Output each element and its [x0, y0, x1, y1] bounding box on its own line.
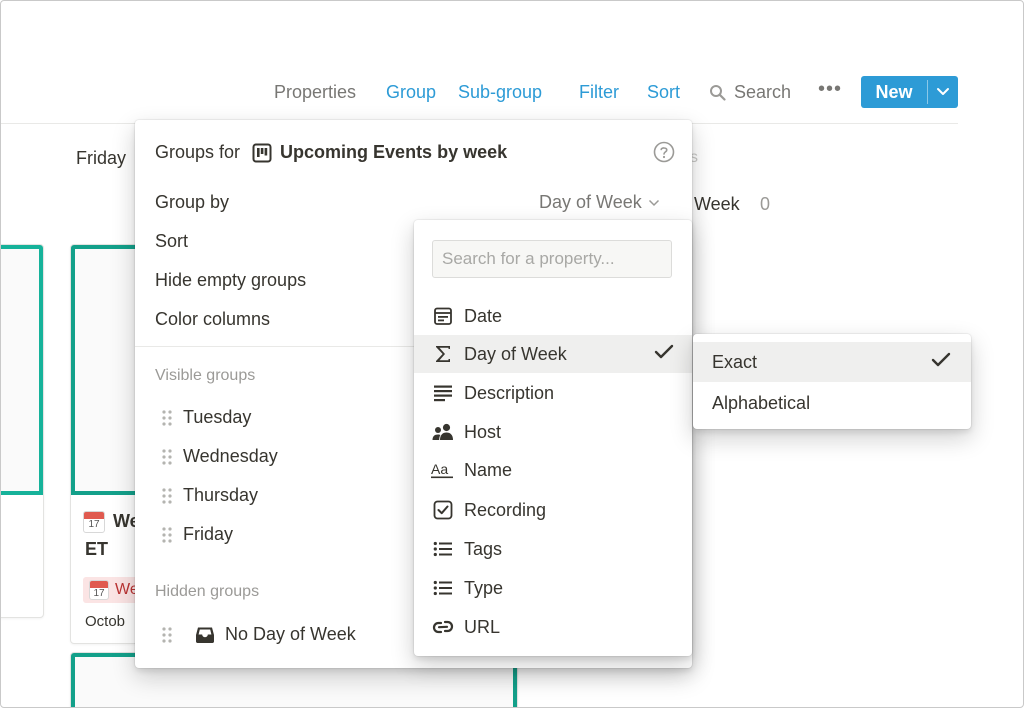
inbox-icon	[195, 626, 215, 644]
property-label: Name	[464, 459, 513, 480]
sigma-icon	[431, 342, 455, 366]
sort-button[interactable]: Sort	[647, 82, 680, 103]
svg-text:Aa: Aa	[431, 461, 448, 477]
property-item-type[interactable]: Type	[414, 569, 692, 607]
title-icon: Aa	[431, 458, 455, 482]
view-toolbar: Properties Group Sub-group Filter Sort S…	[0, 76, 1024, 110]
submenu-label: Alphabetical	[712, 392, 811, 413]
group-label: Wednesday	[183, 446, 278, 466]
drag-handle-icon[interactable]	[161, 487, 173, 505]
visible-groups-heading: Visible groups	[155, 367, 256, 384]
property-item-url[interactable]: URL	[414, 608, 692, 646]
group-label: Thursday	[183, 485, 259, 505]
visible-group-item[interactable]: Friday	[161, 524, 233, 545]
card-cover	[0, 245, 43, 495]
group-by-mode-submenu: Exact Alphabetical	[693, 334, 971, 429]
property-item-name[interactable]: Aa Name	[414, 451, 692, 489]
list-icon	[431, 537, 455, 561]
search-button[interactable]: Search	[709, 82, 791, 103]
group-button[interactable]: Group	[386, 82, 436, 103]
property-item-day-of-week[interactable]: Day of Week	[414, 335, 692, 373]
property-item-description[interactable]: Description	[414, 374, 692, 412]
person-icon	[431, 420, 455, 444]
calendar-icon: 17	[89, 580, 109, 600]
group-by-label: Group by	[155, 192, 230, 212]
database-name: Upcoming Events by week	[280, 142, 508, 162]
sort-option[interactable]: Sort	[155, 231, 188, 252]
drag-handle-icon[interactable]	[161, 626, 173, 644]
calendar-icon: 17	[83, 511, 105, 533]
visible-group-item[interactable]: Thursday	[161, 485, 258, 506]
property-label: Description	[464, 382, 555, 403]
property-item-host[interactable]: Host	[414, 413, 692, 451]
column-count: 0	[760, 194, 771, 214]
chevron-down-icon[interactable]	[928, 76, 958, 108]
groups-popover-header: Groups for Upcoming Events by week	[155, 142, 507, 163]
new-button[interactable]: New	[861, 76, 958, 108]
text-icon	[431, 381, 455, 405]
submenu-label: Exact	[712, 351, 758, 372]
property-label: Type	[464, 577, 504, 598]
properties-button[interactable]: Properties	[274, 82, 356, 103]
property-label: Date	[464, 305, 503, 326]
card-date: Octob	[85, 613, 126, 630]
calendar-icon	[431, 304, 455, 328]
drag-handle-icon[interactable]	[161, 448, 173, 466]
board-view-icon	[252, 143, 272, 163]
hidden-groups-heading: Hidden groups	[155, 583, 260, 600]
property-label: Tags	[464, 538, 503, 559]
property-item-recording[interactable]: Recording	[414, 491, 692, 529]
card-title-continued: ET	[85, 539, 109, 559]
visible-group-item[interactable]: Tuesday	[161, 407, 251, 428]
property-search-input[interactable]	[432, 240, 672, 278]
property-label: URL	[464, 616, 501, 637]
column-title-no-week: Week	[694, 194, 740, 214]
property-label: Host	[464, 421, 502, 442]
checkmark-icon	[654, 344, 674, 365]
chevron-down-icon	[648, 199, 660, 207]
checkmark-icon	[931, 352, 951, 373]
group-by-value: Day of Week	[539, 192, 642, 212]
checkbox-icon	[431, 498, 455, 522]
visible-group-item[interactable]: Wednesday	[161, 446, 278, 467]
group-label: No Day of Week	[225, 624, 356, 644]
property-label: Recording	[464, 499, 547, 520]
board-card[interactable]	[0, 244, 44, 618]
property-label: Day of Week	[464, 343, 567, 364]
more-options-icon[interactable]: •••	[818, 78, 842, 101]
drag-handle-icon[interactable]	[161, 409, 173, 427]
color-columns-option[interactable]: Color columns	[155, 309, 270, 330]
hide-empty-groups-option[interactable]: Hide empty groups	[155, 270, 306, 291]
link-icon	[431, 615, 455, 639]
submenu-item-alphabetical[interactable]: Alphabetical	[693, 383, 971, 423]
property-item-date[interactable]: Date	[414, 297, 692, 335]
list-icon	[431, 576, 455, 600]
group-label: Tuesday	[183, 407, 252, 427]
search-icon	[709, 84, 726, 101]
help-icon[interactable]	[653, 141, 675, 168]
group-by-select[interactable]: Day of Week	[539, 192, 660, 213]
sub-group-button[interactable]: Sub-group	[458, 82, 542, 103]
filter-button[interactable]: Filter	[579, 82, 619, 103]
hidden-group-item[interactable]: No Day of Week	[161, 624, 356, 645]
drag-handle-icon[interactable]	[161, 526, 173, 544]
property-item-tags[interactable]: Tags	[414, 530, 692, 568]
submenu-item-exact[interactable]: Exact	[693, 342, 971, 382]
groups-for-label: Groups for	[155, 142, 241, 162]
property-menu: Date Day of Week Description Host Aa Nam…	[414, 220, 692, 656]
group-label: Friday	[183, 524, 234, 544]
column-title-friday: Friday	[76, 148, 127, 168]
new-button-label: New	[875, 81, 913, 102]
search-label: Search	[734, 82, 792, 102]
